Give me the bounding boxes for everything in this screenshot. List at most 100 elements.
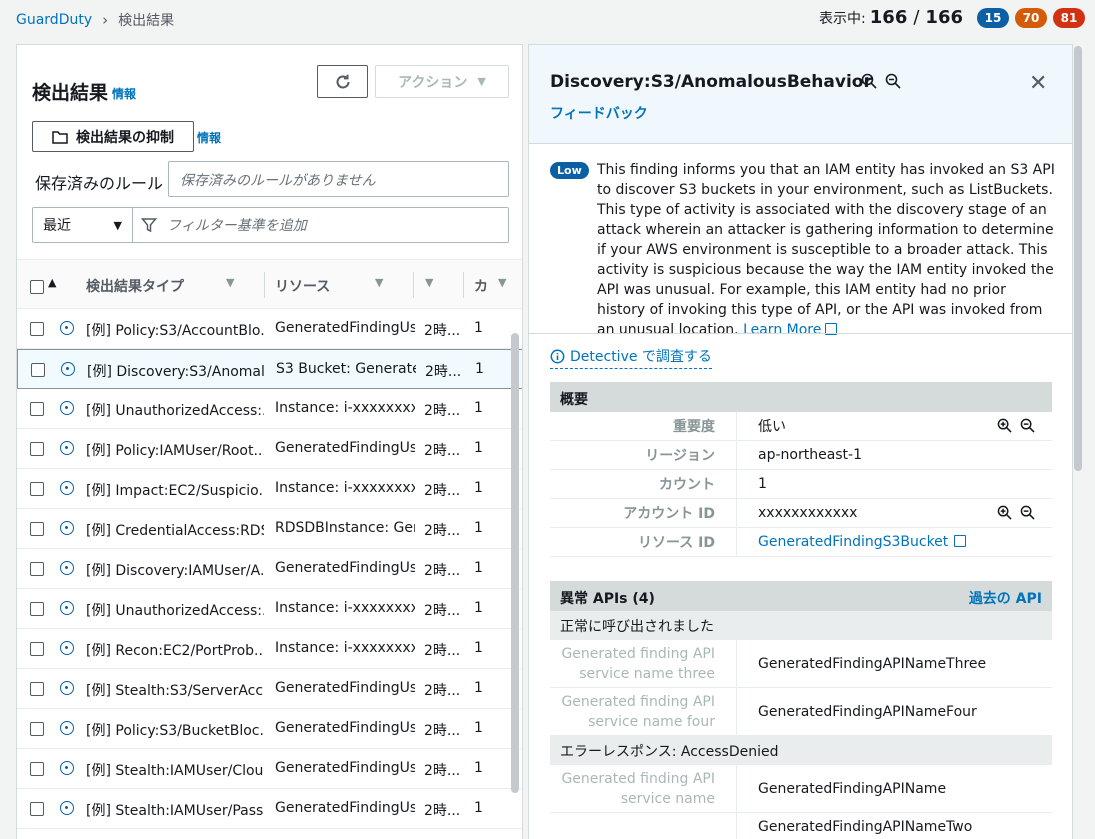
row-checkbox[interactable] xyxy=(30,562,44,576)
description-text: This finding informs you that an IAM ent… xyxy=(597,162,1055,338)
api-row: GeneratedFindingAPINameTwo xyxy=(550,813,1052,839)
resource-cell: GeneratedFindingUser xyxy=(275,760,415,776)
high-severity-count-badge[interactable]: 81 xyxy=(1053,7,1085,28)
suppress-findings-button[interactable]: 検出結果の抑制 xyxy=(32,121,194,152)
finding-type-link[interactable]: [例] Discovery:IAMUser/A... xyxy=(86,560,264,580)
recent-dropdown[interactable]: 最近 ▼ xyxy=(32,207,133,243)
row-checkbox[interactable] xyxy=(30,802,44,816)
sort-ascending-icon[interactable]: ▲ xyxy=(48,276,56,289)
finding-type-link[interactable]: [例] Stealth:IAMUser/Pass... xyxy=(86,800,264,820)
caret-down-icon[interactable]: ▼ xyxy=(425,276,433,289)
row-key xyxy=(550,824,736,830)
table-row[interactable]: [例] Policy:S3/AccountBlo... GeneratedFind… xyxy=(17,309,522,349)
row-key: アカウント ID xyxy=(623,506,715,522)
finding-type-link[interactable]: [例] Policy:S3/AccountBlo... xyxy=(86,320,264,340)
low-severity-count-badge[interactable]: 15 xyxy=(977,7,1009,28)
column-resource[interactable]: リソース xyxy=(275,276,330,296)
feedback-link[interactable]: フィードバック xyxy=(550,103,648,123)
finding-type-link[interactable]: [例] Stealth:S3/ServerAcc... xyxy=(86,680,264,700)
table-row[interactable]: [例] Recon:EC2/PortProb... Instance: i-xxx… xyxy=(17,629,522,669)
zoom-out-icon[interactable] xyxy=(1020,505,1035,520)
row-checkbox[interactable] xyxy=(30,522,44,536)
findings-info-link[interactable]: 情報 xyxy=(112,85,136,102)
table-row[interactable]: [例] Stealth:IAMUser/Pass... GeneratedFind… xyxy=(17,789,522,829)
row-value: 低い xyxy=(736,412,1052,440)
row-checkbox[interactable] xyxy=(30,442,44,456)
finding-type-link[interactable]: [例] Recon:EC2/PortProb... xyxy=(86,640,264,660)
table-row[interactable]: [例] UnauthorizedAccess:... Instance: i-xx… xyxy=(17,589,522,629)
api-row: Generated finding API service name Gener… xyxy=(550,765,1052,813)
table-row[interactable]: [例] Stealth:S3/ServerAcc... GeneratedFind… xyxy=(17,669,522,709)
finding-type-link[interactable]: [例] CredentialAccess:RDS... xyxy=(86,520,264,540)
filter-icon xyxy=(141,218,157,233)
row-checkbox[interactable] xyxy=(30,602,44,616)
row-checkbox[interactable] xyxy=(30,642,44,656)
investigate-detective-link[interactable]: Detective で調査する xyxy=(550,346,712,369)
row-checkbox[interactable] xyxy=(31,363,45,377)
count-cell: 1 xyxy=(474,520,483,536)
counts-shown: 166 xyxy=(869,7,908,28)
zoom-in-icon[interactable] xyxy=(997,418,1012,433)
close-icon[interactable]: ✕ xyxy=(1029,71,1047,96)
learn-more-link[interactable]: Learn More xyxy=(743,322,838,338)
error-subheading: エラーレスポンス: AccessDenied xyxy=(550,736,1052,765)
caret-down-icon[interactable]: ▼ xyxy=(498,276,506,289)
breadcrumb-guardduty-link[interactable]: GuardDuty xyxy=(16,12,92,28)
detail-scrollbar[interactable] xyxy=(1074,46,1082,471)
finding-type-link[interactable]: [例] UnauthorizedAccess:... xyxy=(86,400,264,420)
finding-type-link[interactable]: [例] Discovery:S3/Anomal... xyxy=(87,361,265,381)
row-checkbox[interactable] xyxy=(30,762,44,776)
medium-severity-count-badge[interactable]: 70 xyxy=(1015,7,1047,28)
info-icon xyxy=(550,349,565,363)
select-all-checkbox[interactable] xyxy=(30,280,44,294)
page-title: 検出結果 xyxy=(32,82,109,104)
finding-type-link[interactable]: [例] Policy:S3/BucketBloc... xyxy=(86,720,264,740)
finding-type-link[interactable]: [例] Stealth:IAMUser/Clou... xyxy=(86,760,264,780)
column-count[interactable]: カ xyxy=(474,276,488,296)
zoom-in-icon[interactable] xyxy=(997,505,1012,520)
table-row[interactable]: [例] Discovery:S3/Anomal... S3 Bucket: Gen… xyxy=(17,349,522,389)
row-value: GeneratedFindingAPINameFour xyxy=(736,688,1052,735)
caret-down-icon[interactable]: ▼ xyxy=(226,276,234,289)
resource-cell: RDSDBInstance: Gene xyxy=(275,520,415,536)
severity-value: 低い xyxy=(758,419,786,435)
saved-rules-select[interactable]: 保存済みのルールがありません xyxy=(168,161,509,197)
actions-dropdown[interactable]: アクション ▼ xyxy=(375,65,509,98)
row-checkbox[interactable] xyxy=(30,682,44,696)
finding-counts: 表示中: 166 / 166 15 70 81 xyxy=(819,7,1085,28)
table-row[interactable]: [例] UnauthorizedAccess:... Instance: i-xx… xyxy=(17,389,522,429)
findings-rows: [例] Policy:S3/AccountBlo... GeneratedFind… xyxy=(17,309,522,829)
column-finding-type[interactable]: 検出結果タイプ xyxy=(86,276,184,296)
updated-cell: 2時... xyxy=(424,763,461,779)
zoom-out-icon[interactable] xyxy=(1020,418,1035,433)
resource-id-link[interactable]: GeneratedFindingS3Bucket xyxy=(758,534,967,550)
filter-input[interactable]: フィルター基準を追加 xyxy=(133,207,509,243)
zoom-in-icon[interactable] xyxy=(861,73,877,89)
row-checkbox[interactable] xyxy=(30,402,44,416)
finding-type-link[interactable]: [例] UnauthorizedAccess:... xyxy=(86,600,264,620)
findings-scrollbar[interactable] xyxy=(511,333,519,793)
finding-type-link[interactable]: [例] Impact:EC2/Suspicio... xyxy=(86,480,264,500)
table-row[interactable]: [例] Policy:IAMUser/Root... GeneratedFindi… xyxy=(17,429,522,469)
detail-header: Discovery:S3/AnomalousBehavior ✕ フィードバック xyxy=(529,45,1072,144)
zoom-out-icon[interactable] xyxy=(885,73,901,89)
row-checkbox[interactable] xyxy=(30,722,44,736)
folder-icon xyxy=(52,130,68,144)
count-cell: 1 xyxy=(474,320,483,336)
table-row[interactable]: [例] Discovery:IAMUser/A... GeneratedFindi… xyxy=(17,549,522,589)
row-checkbox[interactable] xyxy=(30,482,44,496)
caret-down-icon: ▼ xyxy=(113,218,122,232)
row-checkbox[interactable] xyxy=(30,322,44,336)
past-api-link[interactable]: 過去の API xyxy=(969,588,1042,608)
suppress-info-link[interactable]: 情報 xyxy=(197,129,221,146)
table-row[interactable]: [例] Policy:S3/BucketBloc... GeneratedFind… xyxy=(17,709,522,749)
finding-type-link[interactable]: [例] Policy:IAMUser/Root... xyxy=(86,440,264,460)
count-cell: 1 xyxy=(474,760,483,776)
table-row[interactable]: [例] Stealth:IAMUser/Clou... GeneratedFind… xyxy=(17,749,522,789)
findings-header: 検出結果 情報 アクション ▼ 検出結果の抑制 情報 保存済みのルール 保存済み… xyxy=(17,45,522,260)
table-row[interactable]: [例] CredentialAccess:RDS... RDSDBInstance… xyxy=(17,509,522,549)
table-row[interactable]: [例] Impact:EC2/Suspicio... Instance: i-xx… xyxy=(17,469,522,509)
caret-down-icon[interactable]: ▼ xyxy=(375,276,383,289)
refresh-button[interactable] xyxy=(317,65,368,98)
resource-cell: GeneratedFindingUser xyxy=(275,680,415,696)
